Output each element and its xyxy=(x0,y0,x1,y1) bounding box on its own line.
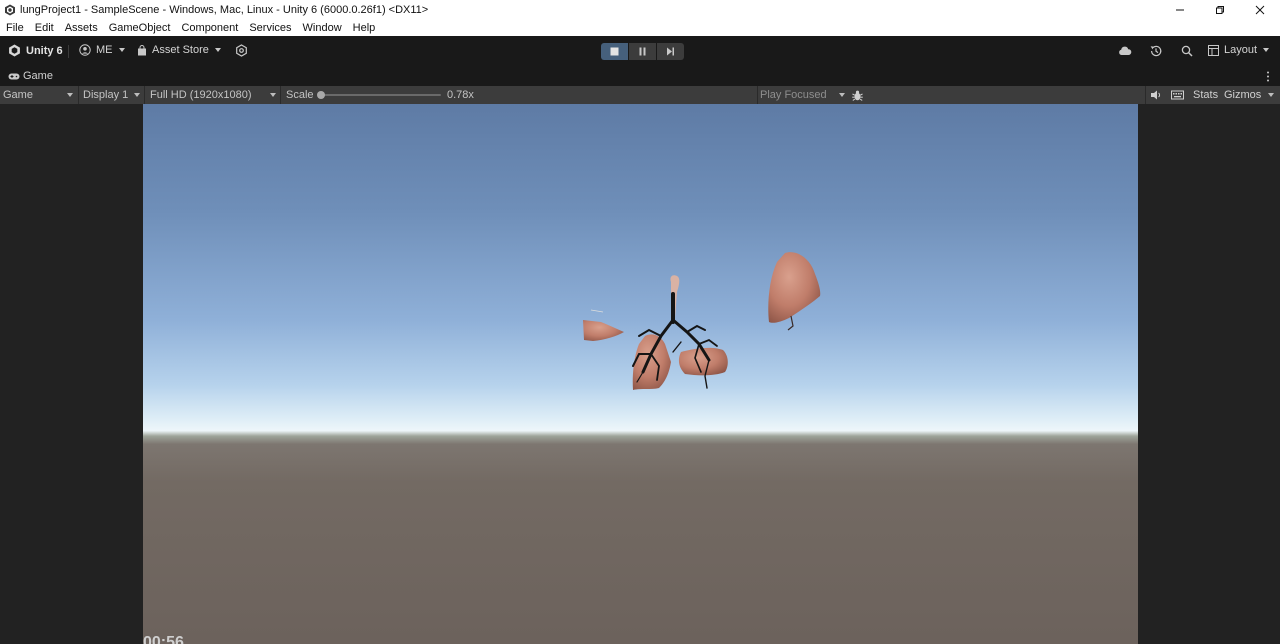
menu-assets[interactable]: Assets xyxy=(65,22,98,34)
unity-app-icon xyxy=(5,4,15,16)
scale-label: Scale xyxy=(286,89,314,101)
bar-divider xyxy=(280,86,281,104)
unity-version-label: Unity 6 xyxy=(26,44,63,57)
bar-divider xyxy=(78,86,79,104)
game-viewport[interactable] xyxy=(143,104,1138,644)
shopping-bag-icon xyxy=(138,44,146,55)
unity-logo-icon xyxy=(9,44,20,57)
pause-icon xyxy=(639,47,646,56)
bug-icon xyxy=(852,90,863,101)
bar-divider xyxy=(144,86,145,104)
menu-edit[interactable]: Edit xyxy=(35,22,54,34)
menu-component[interactable]: Component xyxy=(181,22,238,34)
more-options-icon[interactable] xyxy=(1266,71,1270,82)
bar-divider xyxy=(757,86,758,104)
minimize-button[interactable] xyxy=(1160,0,1200,20)
keyboard-shortcuts-toggle[interactable] xyxy=(1171,86,1184,104)
window-title-bar: lungProject1 - SampleScene - Windows, Ma… xyxy=(0,0,1280,20)
menu-window[interactable]: Window xyxy=(303,22,342,34)
cloud-icon[interactable] xyxy=(1118,44,1132,58)
window-controls xyxy=(1160,0,1280,20)
chevron-down-icon xyxy=(67,93,73,97)
layout-label: Layout xyxy=(1224,44,1258,56)
menu-bar: File Edit Assets GameObject Component Se… xyxy=(0,20,1280,36)
tab-game-label: Game xyxy=(23,70,53,82)
lung-model xyxy=(583,252,821,390)
chevron-down-icon xyxy=(134,93,140,97)
toolbar-divider xyxy=(68,45,69,58)
chevron-down-icon xyxy=(1263,48,1270,52)
speaker-icon xyxy=(1151,90,1161,100)
window-title: lungProject1 - SampleScene - Windows, Ma… xyxy=(20,4,429,16)
scale-slider-handle[interactable] xyxy=(317,91,325,99)
unity-version-button[interactable]: Unity 6 xyxy=(8,44,63,57)
display-label: Display 1 xyxy=(83,89,129,101)
search-icon[interactable] xyxy=(1180,44,1194,58)
menu-services[interactable]: Services xyxy=(249,22,291,34)
history-icon[interactable] xyxy=(1149,44,1163,58)
stats-button[interactable]: Stats xyxy=(1193,86,1218,104)
resolution-select[interactable]: Full HD (1920x1080) xyxy=(150,86,277,104)
panel-tab-strip: Game xyxy=(0,67,1280,86)
scale-value: 0.78x xyxy=(447,89,474,101)
chevron-down-icon xyxy=(214,48,221,52)
account-dropdown[interactable]: ME xyxy=(79,44,125,56)
restore-icon xyxy=(1216,6,1224,14)
stop-button[interactable] xyxy=(601,43,628,60)
menu-help[interactable]: Help xyxy=(353,22,376,34)
game-view-bar: Game Display 1 Full HD (1920x1080) Scale… xyxy=(0,86,1280,104)
asset-store-label: Asset Store xyxy=(152,44,209,56)
lung-lobe-left xyxy=(632,334,671,390)
step-button[interactable] xyxy=(657,43,684,60)
menu-gameobject[interactable]: GameObject xyxy=(109,22,171,34)
resolution-label: Full HD (1920x1080) xyxy=(150,89,252,101)
menu-file[interactable]: File xyxy=(6,22,24,34)
chevron-down-icon xyxy=(1268,93,1274,97)
bug-toggle[interactable] xyxy=(851,86,864,104)
gizmos-button[interactable]: Gizmos xyxy=(1224,86,1261,104)
play-controls xyxy=(601,43,685,60)
chevron-down-icon xyxy=(839,93,845,97)
asset-store-dropdown[interactable]: Asset Store xyxy=(137,44,221,56)
cloud-settings-icon[interactable] xyxy=(235,44,248,57)
display-select[interactable]: Display 1 xyxy=(83,86,142,104)
layout-dropdown[interactable]: Layout xyxy=(1208,44,1270,56)
gizmos-dropdown[interactable] xyxy=(1268,86,1274,104)
mute-audio-toggle[interactable] xyxy=(1150,86,1162,104)
keyboard-icon xyxy=(1171,90,1184,100)
view-type-select[interactable]: Game xyxy=(3,86,75,104)
layout-icon xyxy=(1208,44,1219,56)
pause-button[interactable] xyxy=(629,43,656,60)
step-icon xyxy=(667,47,674,56)
close-icon xyxy=(1255,5,1265,15)
account-label: ME xyxy=(96,44,113,56)
restore-button[interactable] xyxy=(1200,0,1240,20)
close-button[interactable] xyxy=(1240,0,1280,20)
play-mode-select[interactable]: Play Focused xyxy=(760,86,846,104)
lung-lobe-upper-right xyxy=(768,252,821,323)
view-type-label: Game xyxy=(3,89,33,101)
scale-slider-track[interactable] xyxy=(320,94,441,96)
bar-divider xyxy=(1145,86,1146,104)
play-mode-label: Play Focused xyxy=(760,89,827,101)
elapsed-timer: 00:56 xyxy=(143,634,184,644)
tab-game[interactable]: Game xyxy=(8,70,53,82)
chevron-down-icon xyxy=(118,48,125,52)
gamepad-icon xyxy=(8,73,20,79)
lung-fragment-left xyxy=(583,320,624,341)
minimize-icon xyxy=(1176,9,1184,11)
chevron-down-icon xyxy=(270,93,276,97)
stop-icon xyxy=(610,47,619,56)
account-icon xyxy=(79,44,91,56)
